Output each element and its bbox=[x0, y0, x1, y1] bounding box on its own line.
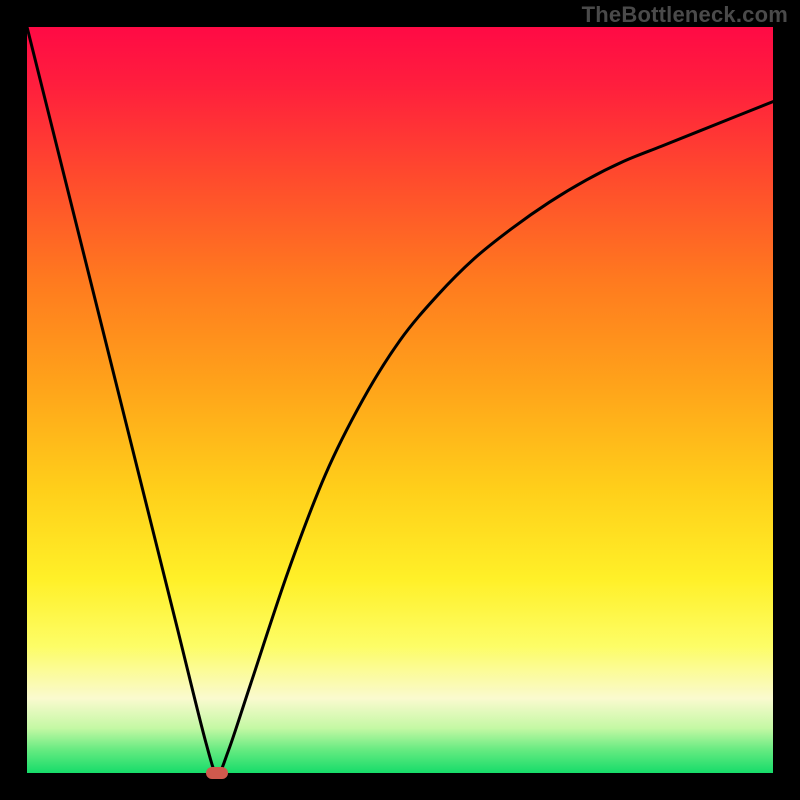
watermark-text: TheBottleneck.com bbox=[582, 2, 788, 28]
curve-svg bbox=[27, 27, 773, 773]
bottleneck-curve bbox=[27, 27, 773, 773]
plot-area bbox=[27, 27, 773, 773]
minimum-marker bbox=[206, 767, 228, 779]
chart-frame: TheBottleneck.com bbox=[0, 0, 800, 800]
